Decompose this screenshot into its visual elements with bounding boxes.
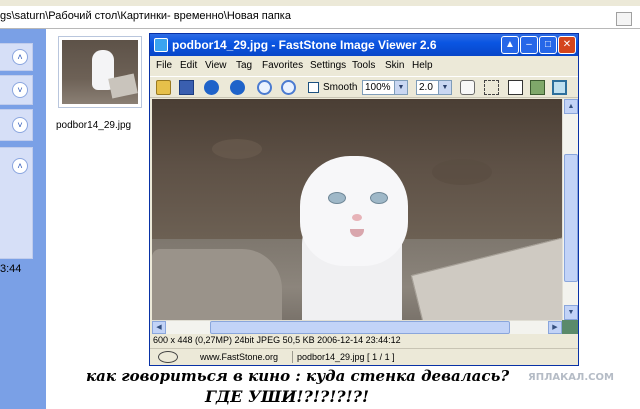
zoom-value: 100% — [365, 82, 391, 93]
menu-settings[interactable]: Settings — [310, 60, 346, 71]
photo-wall-texture — [432, 159, 492, 185]
task-group-details: ˄ — [0, 147, 33, 259]
hand-tool-icon[interactable] — [460, 80, 475, 95]
maximize-button[interactable]: □ — [539, 36, 557, 54]
smooth-checkbox[interactable] — [308, 82, 319, 93]
close-button[interactable]: ✕ — [558, 36, 576, 54]
file-time: 3:44 — [0, 263, 22, 275]
menu-bar: File Edit View Tag Favorites Settings To… — [150, 56, 578, 76]
window-title: podbor14_29.jpg - FastStone Image Viewer… — [172, 38, 437, 52]
photo-rock — [152, 249, 282, 320]
vertical-scroll-thumb[interactable] — [564, 154, 578, 282]
website-link[interactable]: www.FastStone.org — [200, 352, 278, 362]
gamma-select[interactable]: 2.0 ▼ — [416, 80, 452, 95]
navigator-icon[interactable] — [562, 320, 578, 334]
scroll-right-icon[interactable]: ▶ — [548, 321, 562, 334]
previous-image-icon[interactable] — [204, 80, 219, 95]
chevron-down-icon[interactable]: ˅ — [12, 117, 28, 133]
thumbnail-label[interactable]: podbor14_29.jpg — [56, 120, 131, 131]
menu-skin[interactable]: Skin — [385, 60, 404, 71]
status-bar-bottom: www.FastStone.org podbor14_29.jpg [ 1 / … — [150, 348, 578, 365]
vertical-scrollbar[interactable]: ▲ ▼ — [562, 99, 578, 320]
smooth-label: Smooth — [323, 82, 358, 93]
file-counter: podbor14_29.jpg [ 1 / 1 ] — [297, 352, 395, 362]
task-group-2[interactable]: ˅ — [0, 75, 33, 105]
open-folder-icon[interactable] — [156, 80, 171, 95]
menu-file[interactable]: File — [156, 60, 172, 71]
image-viewer-window: podbor14_29.jpg - FastStone Image Viewer… — [149, 33, 579, 366]
address-bar[interactable]: gs\saturn\Рабочий стол\Картинки- временн… — [0, 6, 640, 29]
address-go-icon[interactable] — [616, 12, 632, 26]
select-rect-icon[interactable] — [484, 80, 499, 95]
save-icon[interactable] — [179, 80, 194, 95]
restore-button[interactable]: ▲ — [501, 36, 519, 54]
horizontal-scroll-thumb[interactable] — [210, 321, 510, 334]
chevron-down-icon[interactable]: ˅ — [12, 82, 28, 98]
faststone-logo-icon — [158, 351, 178, 363]
menu-tag[interactable]: Tag — [236, 60, 252, 71]
chevron-down-icon[interactable]: ▼ — [394, 81, 407, 94]
caption-line-2: ГДЕ УШИ!?!?!?!?! — [205, 387, 370, 406]
actual-size-icon[interactable] — [530, 80, 545, 95]
caption-line-1: как говориться в кино : куда стенка дева… — [86, 367, 510, 385]
chevron-up-icon[interactable]: ˄ — [12, 49, 28, 65]
minimize-button[interactable]: – — [520, 36, 538, 54]
zoom-in-icon[interactable] — [257, 80, 272, 95]
scroll-up-icon[interactable]: ▲ — [564, 99, 578, 114]
image-info: 600 x 448 (0,27MP) 24bit JPEG 50,5 KB 20… — [153, 335, 401, 345]
tasks-pane: ˄ ˅ ˅ ˄ 3:44 — [0, 29, 46, 409]
image-canvas[interactable] — [152, 99, 562, 320]
menu-view[interactable]: View — [205, 60, 227, 71]
photo-cat-eye — [370, 192, 388, 204]
task-group-3[interactable]: ˅ — [0, 109, 33, 141]
menu-tools[interactable]: Tools — [352, 60, 375, 71]
toolbar: Smooth 100% ▼ 2.0 ▼ — [150, 76, 578, 98]
watermark: ЯПЛАКАЛ.COM — [528, 372, 614, 383]
status-divider — [292, 351, 293, 363]
menu-help[interactable]: Help — [412, 60, 433, 71]
zoom-select[interactable]: 100% ▼ — [362, 80, 408, 95]
scroll-left-icon[interactable]: ◀ — [152, 321, 166, 334]
zoom-out-icon[interactable] — [281, 80, 296, 95]
task-group-1[interactable]: ˄ — [0, 43, 33, 71]
status-bar: 600 x 448 (0,27MP) 24bit JPEG 50,5 KB 20… — [150, 334, 578, 348]
photo-cat-head — [300, 156, 408, 266]
chevron-down-icon[interactable]: ▼ — [438, 81, 451, 94]
file-thumbnail[interactable] — [58, 36, 142, 108]
photo-cat-eye — [328, 192, 346, 204]
thumbnail-board — [108, 73, 138, 99]
photo-wall-texture — [212, 139, 262, 159]
chevron-up-icon[interactable]: ˄ — [12, 158, 28, 174]
scroll-down-icon[interactable]: ▼ — [564, 305, 578, 320]
thumbnail-image — [62, 40, 138, 104]
app-icon — [154, 38, 168, 52]
horizontal-scrollbar[interactable]: ◀ ▶ — [152, 320, 562, 334]
gamma-value: 2.0 — [419, 82, 433, 93]
photo-cat-nose — [352, 214, 362, 221]
fit-window-icon[interactable] — [508, 80, 523, 95]
address-path: gs\saturn\Рабочий стол\Картинки- временн… — [0, 10, 291, 22]
menu-favorites[interactable]: Favorites — [262, 60, 303, 71]
title-bar[interactable]: podbor14_29.jpg - FastStone Image Viewer… — [150, 34, 578, 56]
next-image-icon[interactable] — [230, 80, 245, 95]
fullscreen-icon[interactable] — [552, 80, 567, 95]
menu-edit[interactable]: Edit — [180, 60, 197, 71]
